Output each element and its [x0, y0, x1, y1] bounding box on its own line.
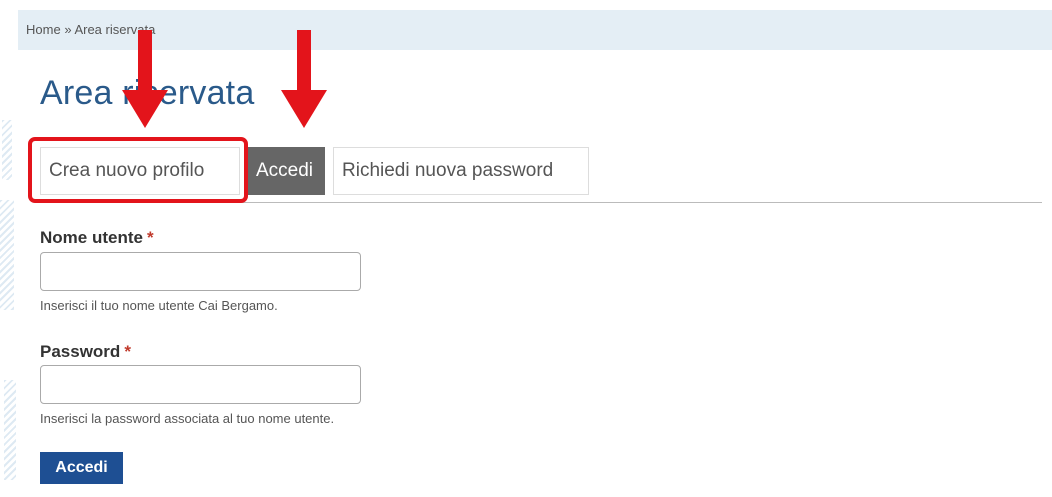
username-label-text: Nome utente: [40, 228, 143, 247]
login-submit-button[interactable]: Accedi: [40, 452, 123, 484]
password-help-text: Inserisci la password associata al tuo n…: [40, 411, 335, 426]
username-input[interactable]: [40, 252, 361, 291]
username-help-text: Inserisci il tuo nome utente Cai Bergamo…: [40, 298, 278, 313]
password-input[interactable]: [40, 365, 361, 404]
page-edge-decoration: [0, 0, 22, 497]
password-label: Password *: [40, 342, 131, 362]
annotation-highlight-box: [28, 137, 248, 203]
required-marker: *: [146, 228, 154, 247]
breadcrumb-separator: »: [64, 22, 72, 37]
required-marker: *: [124, 342, 131, 361]
annotation-arrow-icon: [281, 30, 327, 128]
breadcrumb-home-link[interactable]: Home: [26, 22, 61, 37]
tab-login[interactable]: Accedi: [247, 147, 325, 195]
breadcrumb-bar: Home » Area riservata: [18, 10, 1052, 50]
username-label: Nome utente *: [40, 228, 154, 248]
tab-request-password[interactable]: Richiedi nuova password: [333, 147, 589, 195]
annotation-arrow-icon: [122, 30, 168, 128]
password-label-text: Password: [40, 342, 121, 361]
